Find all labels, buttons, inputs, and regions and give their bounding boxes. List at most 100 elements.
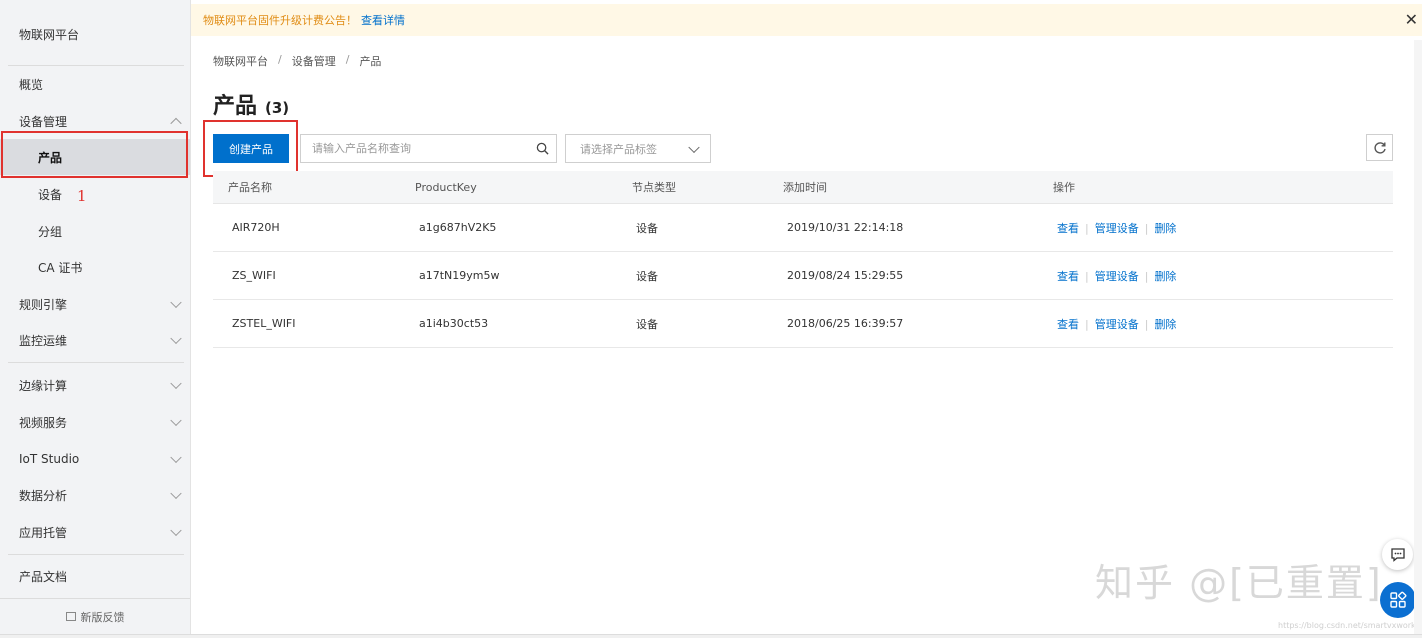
sidebar-item-device[interactable]: 设备: [0, 176, 190, 212]
breadcrumb-item-product: 产品: [359, 55, 382, 68]
added-time: 2018/06/25 16:39:57: [787, 317, 904, 330]
sidebar: 物联网平台 概览 设备管理 产品 设备 分组 CA 证书 规则引擎 监控运维 边…: [0, 0, 191, 634]
row-actions: 查看 | 管理设备 | 删除: [1057, 268, 1176, 284]
sidebar-item-product-docs[interactable]: 产品文档: [0, 558, 190, 594]
zhihu-watermark: 知乎 @[已重置]: [1095, 561, 1383, 605]
view-link[interactable]: 查看: [1057, 270, 1079, 283]
sidebar-item-video-service[interactable]: 视频服务: [0, 404, 190, 440]
delete-link[interactable]: 删除: [1154, 222, 1176, 235]
chevron-down-icon: [170, 524, 182, 537]
sidebar-divider: [8, 554, 184, 555]
sidebar-item-monitoring[interactable]: 监控运维: [0, 322, 190, 358]
breadcrumb-separator: /: [345, 53, 350, 66]
product-name: AIR720H: [232, 221, 280, 234]
sidebar-title: 物联网平台: [19, 28, 80, 42]
apps-button[interactable]: [1380, 582, 1416, 618]
action-separator: |: [1085, 317, 1089, 331]
action-separator: |: [1144, 221, 1149, 235]
row-actions: 查看 | 管理设备 | 删除: [1057, 220, 1176, 236]
product-key: a1i4b30ct53: [419, 317, 489, 330]
delete-link[interactable]: 删除: [1154, 270, 1176, 283]
sidebar-item-iot-studio[interactable]: IoT Studio: [0, 441, 190, 477]
manage-devices-link[interactable]: 管理设备: [1095, 270, 1139, 283]
notice-details-link[interactable]: 查看详情: [361, 12, 405, 28]
node-type: 设备: [636, 317, 658, 331]
table-row: ZS_WIFI a17tN19ym5w 设备 2019/08/24 15:29:…: [213, 252, 1393, 300]
breadcrumb-separator: /: [278, 53, 282, 66]
page-title: 产品 (3): [213, 88, 289, 120]
annotation-box-create: [203, 120, 298, 177]
feedback-button[interactable]: 新版反馈: [0, 598, 190, 634]
breadcrumb-item-device-management[interactable]: 设备管理: [292, 53, 336, 69]
page-title-text: 产品: [213, 94, 258, 119]
sidebar-item-label: 边缘计算: [19, 378, 68, 393]
sidebar-item-ca-certificate[interactable]: CA 证书: [0, 249, 190, 285]
close-icon[interactable]: ✕: [1405, 10, 1418, 29]
sidebar-item-overview[interactable]: 概览: [0, 66, 190, 102]
product-search-box: [300, 134, 557, 163]
refresh-icon: [1373, 141, 1386, 154]
sidebar-item-label: 产品文档: [19, 569, 68, 584]
feedback-icon: [65, 612, 76, 621]
manage-devices-link[interactable]: 管理设备: [1095, 222, 1139, 235]
product-name: ZSTEL_WIFI: [232, 317, 296, 330]
product-count: (3): [265, 99, 290, 117]
added-time: 2019/10/31 22:14:18: [787, 221, 904, 234]
node-type: 设备: [636, 221, 658, 235]
sidebar-item-label: 设备管理: [19, 114, 68, 129]
sidebar-item-label: 应用托管: [19, 525, 68, 540]
table-row: AIR720H a1g687hV2K5 设备 2019/10/31 22:14:…: [213, 204, 1393, 252]
refresh-button[interactable]: [1366, 134, 1393, 161]
row-actions: 查看 | 管理设备 | 删除: [1057, 316, 1176, 332]
node-type: 设备: [636, 269, 658, 283]
sidebar-item-label: 规则引擎: [19, 297, 68, 312]
header-product-name: 产品名称: [228, 181, 272, 194]
view-link[interactable]: 查看: [1057, 222, 1079, 235]
annotation-number-1: 1: [77, 187, 87, 205]
chevron-down-icon: [170, 377, 182, 390]
added-time: 2019/08/24 15:29:55: [787, 269, 904, 282]
window-bottom-edge: [0, 634, 1422, 638]
manage-devices-link[interactable]: 管理设备: [1095, 318, 1139, 331]
chat-button[interactable]: [1382, 539, 1413, 570]
chevron-down-icon: [170, 487, 182, 500]
product-tag-select[interactable]: 请选择产品标签: [565, 134, 711, 163]
sidebar-item-label: 概览: [19, 77, 44, 92]
chevron-down-icon: [170, 332, 182, 345]
feedback-label: 新版反馈: [80, 610, 125, 624]
header-product-key: ProductKey: [415, 180, 477, 194]
breadcrumb: 物联网平台 / 设备管理 / 产品: [213, 53, 381, 69]
sidebar-item-group[interactable]: 分组: [0, 213, 190, 249]
footer-url-watermark: https://blog.csdn.net/smartvxworks: [1278, 621, 1420, 630]
sidebar-item-edge-computing[interactable]: 边缘计算: [0, 367, 190, 403]
product-key: a17tN19ym5w: [419, 269, 500, 282]
notice-bar: 物联网平台固件升级计费公告！ 查看详情 ✕: [191, 4, 1422, 36]
sidebar-item-label: 监控运维: [19, 333, 68, 348]
action-separator: |: [1085, 221, 1089, 235]
search-icon[interactable]: [536, 142, 549, 155]
sidebar-item-label: 设备: [38, 187, 63, 202]
chevron-down-icon: [170, 414, 182, 427]
sidebar-item-label: 视频服务: [19, 415, 68, 430]
header-added-time: 添加时间: [783, 181, 827, 194]
product-search-input[interactable]: [301, 135, 521, 162]
chat-icon: [1390, 548, 1405, 562]
header-node-type: 节点类型: [632, 181, 676, 194]
product-name: ZS_WIFI: [232, 269, 276, 282]
delete-link[interactable]: 删除: [1154, 318, 1176, 331]
apps-grid-icon: [1390, 591, 1407, 608]
action-separator: |: [1085, 269, 1089, 283]
vertical-scrollbar[interactable]: [1414, 40, 1422, 634]
header-actions: 操作: [1053, 181, 1075, 194]
sidebar-divider: [8, 362, 184, 363]
chevron-down-icon: [688, 141, 700, 153]
sidebar-item-app-hosting[interactable]: 应用托管: [0, 514, 190, 550]
sidebar-item-rule-engine[interactable]: 规则引擎: [0, 286, 190, 322]
view-link[interactable]: 查看: [1057, 318, 1079, 331]
chevron-up-icon: [170, 117, 182, 130]
breadcrumb-item-platform[interactable]: 物联网平台: [213, 53, 268, 69]
notice-text: 物联网平台固件升级计费公告！: [203, 14, 357, 27]
sidebar-item-label: IoT Studio: [19, 452, 80, 466]
action-separator: |: [1144, 269, 1149, 283]
sidebar-item-data-analysis[interactable]: 数据分析: [0, 477, 190, 513]
